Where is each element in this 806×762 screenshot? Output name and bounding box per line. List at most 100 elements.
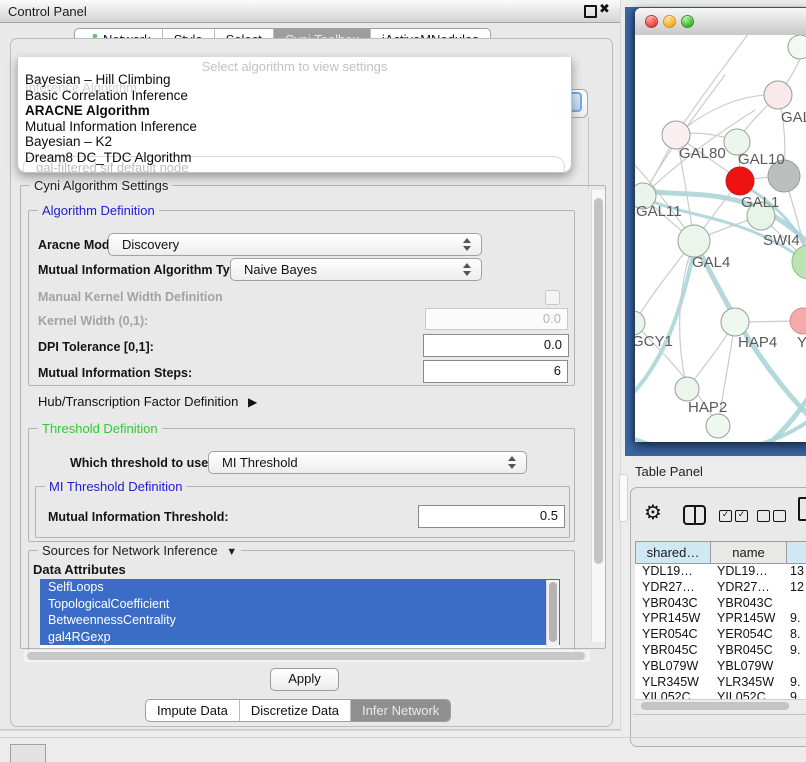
- table-body[interactable]: YDL19…YDL19…13YDR27…YDR27…12YBR043CYBR04…: [635, 564, 806, 699]
- table-hscrollbar-track[interactable]: [635, 699, 806, 712]
- network-canvas[interactable]: GALGAL80GAL10GAL1GAL11SWI4GAL4GCY1HAP4YH…: [635, 35, 806, 442]
- gear-icon[interactable]: ⚙: [644, 500, 662, 524]
- data-attribute-item[interactable]: TopologicalCoefficient: [40, 596, 560, 613]
- network-node[interactable]: [792, 245, 806, 279]
- table-cell[interactable]: YLR345W: [635, 675, 710, 691]
- tab-infer-network[interactable]: Infer Network: [351, 700, 450, 721]
- network-node[interactable]: [706, 414, 730, 438]
- page-icon[interactable]: [798, 497, 806, 521]
- table-cell[interactable]: YDL19…: [710, 564, 785, 580]
- network-node-GCY1[interactable]: [635, 311, 645, 335]
- algorithm-dropdown-item[interactable]: Bayesian – K2: [18, 134, 571, 150]
- checked-checkbox-icon[interactable]: ✓: [735, 510, 748, 522]
- table-cell[interactable]: 9.: [785, 643, 806, 659]
- window-zoom-icon[interactable]: [681, 15, 694, 28]
- table-row[interactable]: YIL052CYIL052C9.: [635, 690, 806, 699]
- table-cell[interactable]: YPR145W: [635, 611, 710, 627]
- data-attributes-list[interactable]: SelfLoopsTopologicalCoefficientBetweenne…: [40, 579, 560, 648]
- table-hscrollbar-thumb[interactable]: [641, 702, 789, 710]
- data-attribute-item[interactable]: BetweennessCentrality: [40, 612, 560, 629]
- table-cell[interactable]: 9.: [785, 690, 806, 699]
- tab-discretize-data[interactable]: Discretize Data: [240, 700, 351, 721]
- table-cell[interactable]: YER054C: [635, 627, 710, 643]
- mi-threshold-field[interactable]: 0.5: [418, 505, 565, 528]
- network-window-titlebar[interactable]: [635, 8, 806, 36]
- network-node-GAL1[interactable]: [726, 167, 754, 195]
- table-row[interactable]: YDL19…YDL19…13: [635, 564, 806, 580]
- split-pane-icon[interactable]: [683, 505, 706, 525]
- column-header-name[interactable]: name: [711, 541, 787, 564]
- checked-checkbox-icon[interactable]: ✓: [719, 510, 732, 522]
- aracne-mode-combo[interactable]: Discovery: [108, 233, 482, 256]
- kernel-width-field[interactable]: 0.0: [425, 308, 568, 330]
- table-row[interactable]: YLR345WYLR345W9.: [635, 675, 806, 691]
- table-cell[interactable]: 12: [785, 580, 806, 596]
- window-minimize-icon[interactable]: [663, 15, 676, 28]
- column-header-shared-name[interactable]: shared…: [635, 541, 711, 564]
- hub-definition-expander[interactable]: Hub/Transcription Factor Definition ▶: [38, 394, 257, 409]
- table-cell[interactable]: [785, 659, 806, 675]
- table-cell[interactable]: 8.: [785, 627, 806, 643]
- table-cell[interactable]: 9.: [785, 611, 806, 627]
- window-close-icon[interactable]: [645, 15, 658, 28]
- network-node-Y[interactable]: [790, 308, 806, 334]
- table-cell[interactable]: 13: [785, 564, 806, 580]
- table-row[interactable]: YDR27…YDR27…12: [635, 580, 806, 596]
- table-cell[interactable]: YIL052C: [635, 690, 710, 699]
- mi-steps-field[interactable]: 6: [423, 360, 568, 383]
- unchecked-checkbox-icon[interactable]: [757, 510, 770, 522]
- table-cell[interactable]: YIL052C: [710, 690, 785, 699]
- which-threshold-combo[interactable]: MI Threshold: [208, 451, 527, 474]
- table-cell[interactable]: [785, 596, 806, 612]
- network-node[interactable]: [788, 35, 806, 59]
- column-header-partial[interactable]: [787, 541, 806, 564]
- network-node-GAL4[interactable]: [678, 225, 710, 257]
- table-cell[interactable]: YDR27…: [635, 580, 710, 596]
- table-cell[interactable]: YBR045C: [710, 643, 785, 659]
- side-scrollbar-fragment[interactable]: [619, 474, 628, 522]
- algorithm-dropdown-item[interactable]: Basic Correlation Inference: [18, 88, 571, 104]
- data-attribute-item[interactable]: gal4RGexp: [40, 629, 560, 646]
- table-row[interactable]: YBL079WYBL079W: [635, 659, 806, 675]
- close-icon[interactable]: ✖: [599, 2, 610, 17]
- table-cell[interactable]: YDL19…: [635, 564, 710, 580]
- algorithm-dropdown-item[interactable]: Bayesian – Hill Climbing: [18, 72, 571, 88]
- table-cell[interactable]: YPR145W: [710, 611, 785, 627]
- algorithm-dropdown-item[interactable]: Dream8 DC_TDC Algorithm: [18, 150, 571, 166]
- algorithm-dropdown-item[interactable]: Mutual Information Inference: [18, 119, 571, 135]
- table-cell[interactable]: YBL079W: [710, 659, 785, 675]
- table-row[interactable]: YBR043CYBR043C: [635, 596, 806, 612]
- settings-vscrollbar-track[interactable]: [591, 190, 605, 642]
- table-cell[interactable]: YBL079W: [635, 659, 710, 675]
- dpi-tolerance-field[interactable]: 0.0: [423, 334, 569, 357]
- table-row[interactable]: YBR045CYBR045C9.: [635, 643, 806, 659]
- data-attribute-item[interactable]: SelfLoops: [40, 579, 560, 596]
- control-panel-titlebar[interactable]: Control Panel ✖: [0, 0, 620, 23]
- table-row[interactable]: YPR145WYPR145W9.: [635, 611, 806, 627]
- settings-hscrollbar-thumb[interactable]: [27, 652, 585, 660]
- table-cell[interactable]: 9.: [785, 675, 806, 691]
- table-cell[interactable]: YER054C: [710, 627, 785, 643]
- network-node-HAP4[interactable]: [721, 308, 749, 336]
- table-cell[interactable]: YDR27…: [710, 580, 785, 596]
- float-icon[interactable]: [584, 5, 597, 18]
- table-cell[interactable]: YBR043C: [635, 596, 710, 612]
- settings-hscrollbar-track[interactable]: [24, 650, 590, 662]
- attributes-list-scrollbar-track[interactable]: [546, 580, 559, 647]
- tab-impute-data[interactable]: Impute Data: [146, 700, 240, 721]
- table-cell[interactable]: YBR045C: [635, 643, 710, 659]
- table-cell[interactable]: YBR043C: [710, 596, 785, 612]
- sources-title[interactable]: Sources for Network Inference ▼: [38, 543, 241, 558]
- network-node-HAP2[interactable]: [675, 377, 699, 401]
- table-row[interactable]: YER054CYER054C8.: [635, 627, 806, 643]
- table-cell[interactable]: YLR345W: [710, 675, 785, 691]
- collapsed-panel-handle[interactable]: [10, 744, 46, 762]
- manual-kernel-width-checkbox[interactable]: [545, 290, 560, 305]
- apply-button[interactable]: Apply: [270, 668, 339, 691]
- mi-algorithm-type-combo[interactable]: Naive Bayes: [230, 258, 482, 281]
- settings-vscrollbar-thumb[interactable]: [594, 198, 603, 564]
- algorithm-dropdown-item[interactable]: ARACNE Algorithm: [18, 103, 571, 119]
- attributes-list-scrollbar-thumb[interactable]: [549, 582, 557, 642]
- unchecked-checkbox-icon[interactable]: [773, 510, 786, 522]
- network-node-GAL[interactable]: [764, 81, 792, 109]
